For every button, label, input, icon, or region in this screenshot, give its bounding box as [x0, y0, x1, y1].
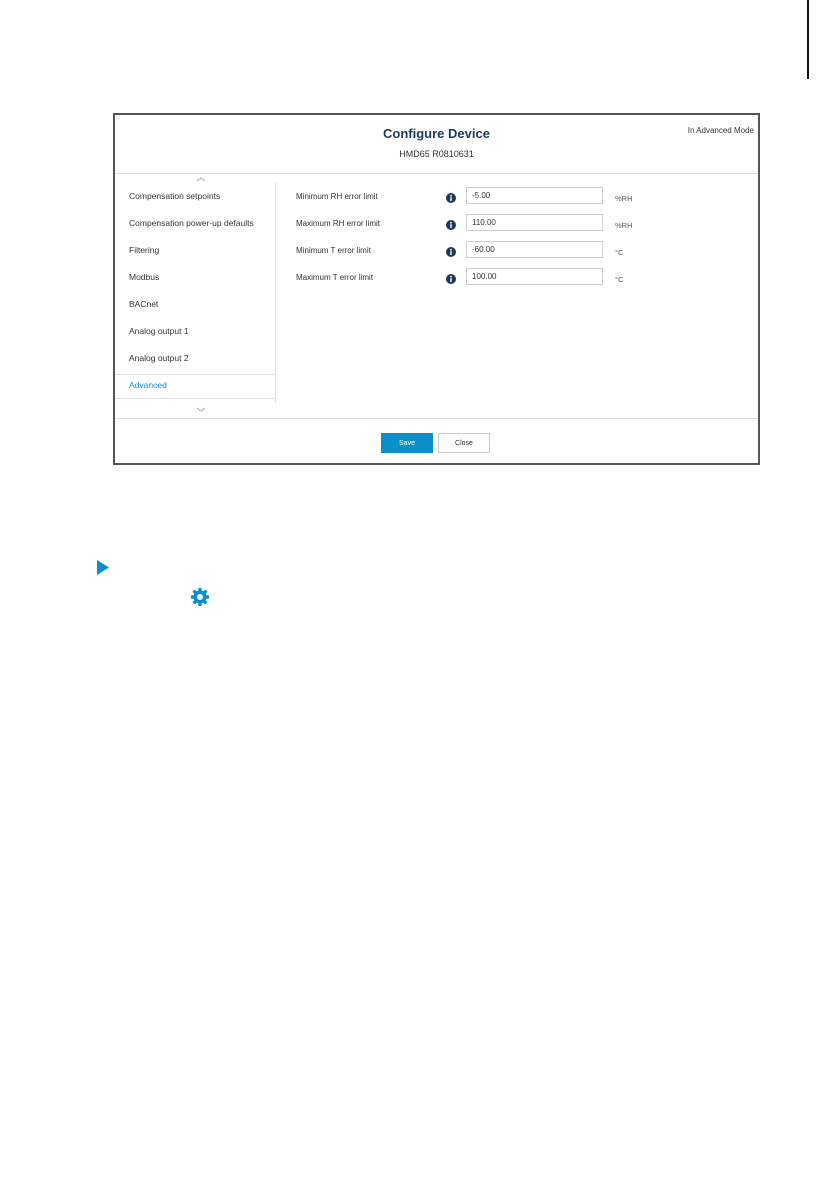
settings-sidebar: Compensation setpoints Compensation powe…	[115, 183, 276, 403]
play-icon	[97, 560, 109, 575]
dialog-footer-divider	[115, 418, 758, 419]
sidebar-item-filtering[interactable]: Filtering	[129, 245, 159, 255]
page-edge-rule	[807, 0, 809, 79]
info-icon[interactable]	[446, 247, 456, 257]
sidebar-divider	[115, 374, 275, 375]
advanced-mode-label[interactable]: In Advanced Mode	[688, 126, 754, 135]
configure-device-dialog: Configure Device HMD65 R0810631 In Advan…	[113, 113, 760, 465]
max-t-error-limit-unit: °C	[615, 275, 624, 284]
min-t-error-limit-label: Minimum T error limit	[296, 246, 371, 255]
chevron-down-icon[interactable]	[195, 406, 207, 414]
sidebar-item-compensation-setpoints[interactable]: Compensation setpoints	[129, 191, 220, 201]
chevron-up-icon[interactable]	[195, 175, 207, 183]
sidebar-item-advanced[interactable]: Advanced	[129, 380, 167, 390]
sidebar-item-analog-output-2[interactable]: Analog output 2	[129, 353, 189, 363]
gear-icon	[191, 588, 209, 606]
info-icon[interactable]	[446, 274, 456, 284]
min-rh-error-limit-unit: %RH	[615, 194, 633, 203]
sidebar-item-modbus[interactable]: Modbus	[129, 272, 159, 282]
min-rh-error-limit-label: Minimum RH error limit	[296, 192, 378, 201]
save-button[interactable]: Save	[381, 433, 433, 453]
min-rh-error-limit-input[interactable]	[466, 187, 603, 204]
sidebar-divider	[115, 398, 275, 399]
min-t-error-limit-input[interactable]	[466, 241, 603, 258]
max-t-error-limit-label: Maximum T error limit	[296, 273, 374, 282]
max-rh-error-limit-input[interactable]	[466, 214, 603, 231]
dialog-header: Configure Device HMD65 R0810631 In Advan…	[115, 115, 758, 174]
info-icon[interactable]	[446, 220, 456, 230]
sidebar-item-compensation-power-up-defaults[interactable]: Compensation power-up defaults	[129, 218, 254, 228]
max-rh-error-limit-label: Maximum RH error limit	[296, 219, 380, 228]
max-rh-error-limit-unit: %RH	[615, 221, 633, 230]
dialog-title: Configure Device	[383, 126, 490, 141]
close-button[interactable]: Close	[438, 433, 490, 453]
min-t-error-limit-unit: °C	[615, 248, 624, 257]
device-identifier: HMD65 R0810631	[399, 149, 474, 159]
max-t-error-limit-input[interactable]	[466, 268, 603, 285]
sidebar-item-analog-output-1[interactable]: Analog output 1	[129, 326, 189, 336]
sidebar-item-bacnet[interactable]: BACnet	[129, 299, 158, 309]
info-icon[interactable]	[446, 193, 456, 203]
